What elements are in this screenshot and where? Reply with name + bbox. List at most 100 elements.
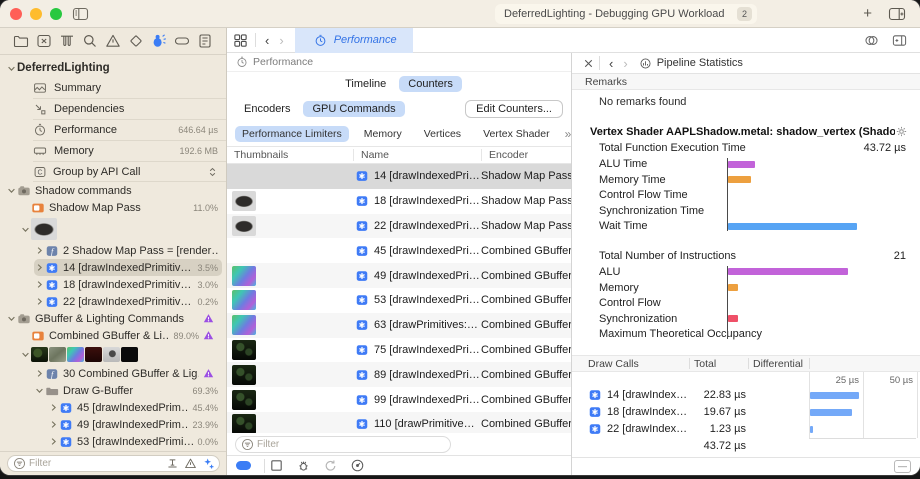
chevron-down-icon[interactable] xyxy=(34,385,45,396)
tree-node[interactable]: GBuffer & Lighting Commands xyxy=(6,310,222,327)
draw-call-stat-row[interactable]: 18 [drawIndex…19.67 µs xyxy=(572,404,920,421)
search-icon[interactable] xyxy=(82,33,98,49)
segment-encoders[interactable]: Encoders xyxy=(235,101,299,117)
close-icon[interactable] xyxy=(582,57,595,70)
tab-memory[interactable]: Memory xyxy=(357,126,409,142)
close-window-button[interactable] xyxy=(10,8,22,20)
report-icon[interactable] xyxy=(197,33,213,49)
bug-icon[interactable] xyxy=(296,458,311,473)
chevron-right-icon[interactable] xyxy=(34,368,45,379)
toggle-inspector-icon[interactable] xyxy=(888,6,906,22)
add-editor-icon[interactable] xyxy=(892,33,907,48)
table-row[interactable]: 22 [drawIndexedPri…Shadow Map Pass xyxy=(227,214,571,239)
chevron-right-icon[interactable] xyxy=(34,296,45,307)
tree-node[interactable]: Shadow commands xyxy=(6,182,222,199)
table-row[interactable]: 110 [drawPrimitive…Combined GBuffer & Li… xyxy=(227,412,571,433)
chevron-right-icon[interactable] xyxy=(48,402,59,413)
segment-gpu-commands[interactable]: GPU Commands xyxy=(303,101,404,117)
col-thumbnails[interactable]: Thumbnails xyxy=(227,149,353,161)
toggle-sidebar-icon[interactable] xyxy=(72,6,89,22)
chevron-right-icon[interactable] xyxy=(34,245,45,256)
col-draw-calls[interactable]: Draw Calls xyxy=(588,358,639,370)
chevron-down-icon[interactable] xyxy=(6,185,17,196)
inspector-back-button[interactable]: ‹ xyxy=(604,56,618,71)
chevron-right-icon[interactable] xyxy=(48,436,59,447)
tree-node[interactable]: 53 [drawIndexedPrimi…0.0% xyxy=(48,433,222,450)
tree-node[interactable]: Shadow Map Pass11.0% xyxy=(20,199,222,216)
edit-counters-button[interactable]: Edit Counters... xyxy=(465,100,563,118)
sidebar-item-performance[interactable]: Performance646.64 µs xyxy=(33,120,226,141)
tab-vertex-shader[interactable]: Vertex Shader xyxy=(476,126,557,142)
col-differential[interactable]: Differential xyxy=(753,358,803,370)
tree-node[interactable]: f2 Shadow Map Pass = [render… xyxy=(34,242,222,259)
capsule-pill-icon[interactable] xyxy=(236,461,251,470)
table-row[interactable]: 18 [drawIndexedPri…Shadow Map Pass xyxy=(227,189,571,214)
col-name[interactable]: Name xyxy=(353,149,481,161)
close-square-icon[interactable] xyxy=(36,33,52,49)
sidebar-item-memory[interactable]: Memory192.6 MB xyxy=(33,141,226,162)
sidebar-filter-field[interactable] xyxy=(7,455,220,472)
sparkle-add-icon[interactable] xyxy=(202,457,215,470)
gpu-debug-icon[interactable] xyxy=(151,33,167,49)
tree-node[interactable]: Combined GBuffer & Li…89.0% xyxy=(20,327,222,344)
chevron-down-icon[interactable] xyxy=(20,349,31,360)
draw-call-stat-row[interactable]: 22 [drawIndex…1.23 µs xyxy=(572,421,920,438)
table-row[interactable]: 53 [drawIndexedPri…Combined GBuffer & Li… xyxy=(227,288,571,313)
flatten-icon[interactable] xyxy=(166,457,179,470)
table-row[interactable]: 49 [drawIndexedPri…Combined GBuffer & Li… xyxy=(227,263,571,288)
gauge-icon[interactable] xyxy=(350,458,365,473)
tree-node[interactable]: 49 [drawIndexedPrim…23.9% xyxy=(48,416,222,433)
col-total[interactable]: Total xyxy=(694,358,716,370)
tree-root-row[interactable]: DeferredLighting xyxy=(0,58,226,78)
chevron-down-icon[interactable] xyxy=(20,224,31,235)
chevron-down-icon[interactable] xyxy=(6,63,17,74)
forward-button[interactable]: › xyxy=(274,33,288,48)
table-row[interactable]: 63 [drawPrimitives:…Combined GBuffer & L… xyxy=(227,313,571,338)
chevron-down-icon[interactable] xyxy=(6,313,17,324)
table-filter-field[interactable] xyxy=(235,436,451,453)
diamond-icon[interactable] xyxy=(128,33,144,49)
stepper-icon[interactable] xyxy=(207,165,218,179)
chevron-right-icon[interactable] xyxy=(34,262,45,273)
tree-node[interactable]: 22 [drawIndexedPrimitiv…0.2% xyxy=(34,293,222,310)
hide-panel-button[interactable]: — xyxy=(894,460,911,473)
segment-counters[interactable]: Counters xyxy=(399,76,462,92)
tree-node[interactable]: f30 Combined GBuffer & Lig… xyxy=(34,365,222,382)
square-icon[interactable] xyxy=(269,458,284,473)
folder-icon[interactable] xyxy=(13,33,29,49)
warning-filter-icon[interactable] xyxy=(184,457,197,470)
gear-icon[interactable] xyxy=(895,125,908,138)
table-row[interactable]: 45 [drawIndexedPri…Combined GBuffer & Li… xyxy=(227,238,571,263)
segment-timeline[interactable]: Timeline xyxy=(336,76,395,92)
tree-node[interactable]: 18 [drawIndexedPrimitiv…3.0% xyxy=(34,276,222,293)
zoom-window-button[interactable] xyxy=(50,8,62,20)
sidebar-item-dependencies[interactable]: Dependencies xyxy=(33,99,226,120)
sidebar-filter-input[interactable] xyxy=(29,458,161,469)
table-filter-input[interactable] xyxy=(257,439,446,450)
tree-node[interactable]: 14 [drawIndexedPrimitiv…3.5% xyxy=(34,259,222,276)
table-row[interactable]: 14 [drawIndexedPri…Shadow Map Pass xyxy=(227,164,571,189)
table-row[interactable]: 75 [drawIndexedPri…Combined GBuffer & Li… xyxy=(227,338,571,363)
test-rack-icon[interactable] xyxy=(59,33,75,49)
minimize-window-button[interactable] xyxy=(30,8,42,20)
grid-view-icon[interactable] xyxy=(233,33,248,48)
tree-node[interactable]: Draw Directional Light1.8% xyxy=(34,450,222,451)
refresh-icon[interactable] xyxy=(323,458,338,473)
add-tab-button[interactable]: + xyxy=(863,6,872,21)
remarks-header[interactable]: Remarks xyxy=(572,74,920,90)
table-row[interactable]: 89 [drawIndexedPri…Combined GBuffer & Li… xyxy=(227,362,571,387)
group-by-api-call[interactable]: CGroup by API Call xyxy=(33,162,226,182)
chevron-right-icon[interactable] xyxy=(34,279,45,290)
tab-vertices[interactable]: Vertices xyxy=(417,126,468,142)
draw-call-stat-row[interactable]: 14 [drawIndex…22.83 µs xyxy=(572,387,920,404)
tab-performance[interactable]: Performance xyxy=(295,28,413,53)
inspector-forward-button[interactable]: › xyxy=(618,56,632,71)
table-row[interactable]: 99 [drawIndexedPri…Combined GBuffer & Li… xyxy=(227,387,571,412)
tree-node[interactable]: Draw G-Buffer69.3% xyxy=(34,382,222,399)
back-button[interactable]: ‹ xyxy=(260,33,274,48)
sidebar-item-summary[interactable]: Summary xyxy=(33,78,226,99)
warning-icon[interactable] xyxy=(105,33,121,49)
tab-performance-limiters[interactable]: Performance Limiters xyxy=(235,126,349,142)
tree-node[interactable]: 45 [drawIndexedPrim…45.4% xyxy=(48,399,222,416)
compare-icon[interactable] xyxy=(864,33,879,48)
